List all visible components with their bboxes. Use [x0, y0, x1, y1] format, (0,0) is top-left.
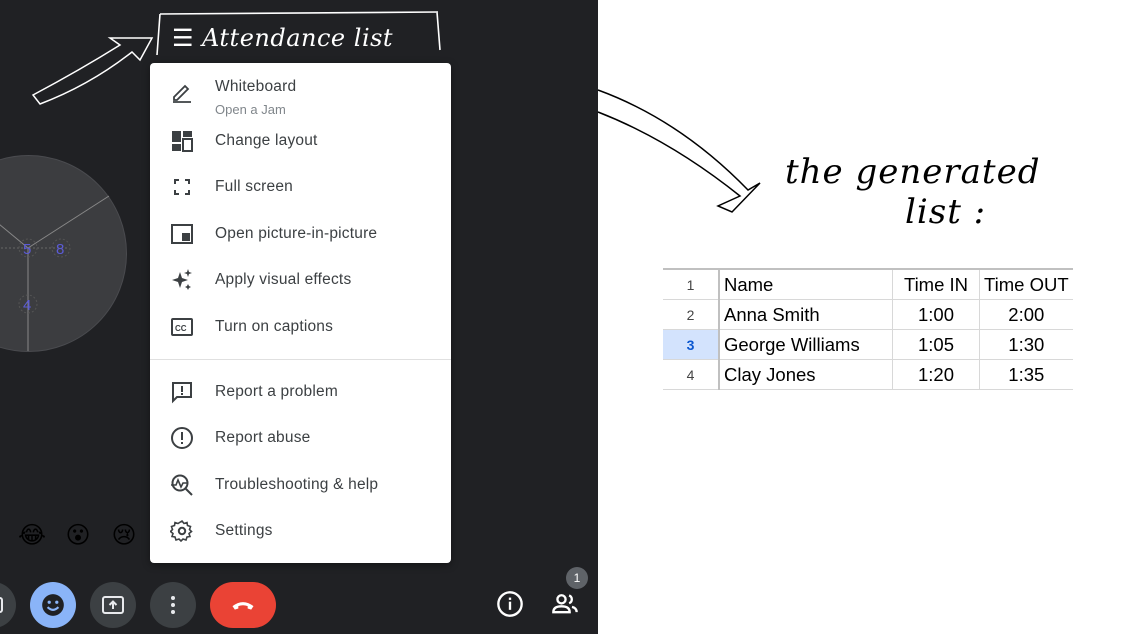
menu-item-sublabel: Open a Jam: [215, 102, 286, 117]
generated-annotation-line2: list :: [905, 192, 987, 232]
layout-icon: [172, 131, 193, 152]
attendance-list-label: Attendance list: [202, 24, 394, 52]
row-number[interactable]: 2: [663, 299, 720, 330]
report-problem-icon: [172, 382, 192, 404]
menu-item-label: Apply visual effects: [215, 271, 352, 288]
table-cell[interactable]: 1:35: [979, 359, 1073, 390]
row-number[interactable]: 1: [663, 268, 720, 300]
menu-item-captions[interactable]: CC Turn on captions: [150, 305, 451, 349]
settings-icon: [170, 519, 193, 543]
table-cell[interactable]: Name: [719, 268, 893, 300]
table-cell[interactable]: Anna Smith: [719, 299, 893, 330]
sparkle-icon: [172, 269, 192, 290]
menu-item-label: Troubleshooting & help: [215, 476, 379, 493]
generated-annotation-line1: the generated: [785, 152, 1041, 192]
menu-item-troubleshooting[interactable]: Troubleshooting & help: [150, 463, 451, 507]
menu-item-label: Turn on captions: [215, 318, 334, 335]
more-vert-icon: [171, 596, 175, 614]
table-row: 2 Anna Smith 1:00 2:00: [663, 299, 1073, 330]
row-number[interactable]: 4: [663, 359, 720, 390]
people-icon: [552, 594, 578, 614]
table-cell[interactable]: George Williams: [719, 329, 893, 360]
dial-label: 8: [56, 241, 64, 258]
table-cell[interactable]: Clay Jones: [719, 359, 893, 390]
menu-item-label: Report a problem: [215, 383, 338, 400]
table-cell[interactable]: 2:00: [979, 299, 1073, 330]
people-button[interactable]: [551, 590, 579, 618]
table-cell[interactable]: Time IN: [892, 268, 980, 300]
attendance-list-annotation: ☰ Attendance list: [172, 22, 442, 54]
menu-item-picture-in-picture[interactable]: Open picture-in-picture: [150, 212, 451, 256]
pencil-icon: [173, 84, 191, 103]
smiley-icon: [42, 594, 64, 616]
table-cell[interactable]: 1:20: [892, 359, 980, 390]
more-options-menu: Whiteboard Open a Jam Change layout Full…: [150, 63, 451, 563]
people-count-badge: 1: [566, 567, 588, 589]
dial-label: 5: [23, 241, 31, 258]
menu-item-visual-effects[interactable]: Apply visual effects: [150, 258, 451, 302]
menu-divider: [150, 359, 451, 360]
captions-icon: CC: [171, 318, 193, 336]
menu-item-label: Settings: [215, 522, 273, 539]
menu-item-label: Report abuse: [215, 429, 311, 446]
svg-text:CC: CC: [175, 324, 187, 333]
menu-item-label: Open picture-in-picture: [215, 225, 378, 242]
leave-call-button[interactable]: [210, 582, 276, 628]
meeting-details-button[interactable]: [496, 590, 524, 618]
document-list-icon: ☰: [172, 24, 195, 52]
menu-item-report-abuse[interactable]: Report abuse: [150, 416, 451, 460]
table-cell[interactable]: 1:30: [979, 329, 1073, 360]
menu-item-settings[interactable]: Settings: [150, 509, 451, 553]
reaction-laugh-button[interactable]: 😂: [12, 515, 52, 555]
row-number-active[interactable]: 3: [663, 329, 720, 360]
participant-tile-dial: 5 8 4: [0, 155, 127, 352]
menu-item-report-problem[interactable]: Report a problem: [150, 370, 451, 414]
menu-item-full-screen[interactable]: Full screen: [150, 165, 451, 209]
reaction-cry-button[interactable]: 😢: [104, 515, 144, 555]
dial-label: 4: [23, 297, 31, 314]
present-screen-button[interactable]: [90, 582, 136, 628]
dial-graphic: 5 8 4: [0, 195, 110, 351]
menu-item-label: Change layout: [215, 132, 318, 149]
table-row: 4 Clay Jones 1:20 1:35: [663, 359, 1073, 390]
partial-control-icon: [0, 597, 3, 613]
table-cell[interactable]: Time OUT: [979, 268, 1073, 300]
info-icon: [497, 591, 523, 617]
table-cell[interactable]: 1:00: [892, 299, 980, 330]
report-abuse-icon: [171, 427, 193, 449]
picture-in-picture-icon: [171, 224, 193, 244]
fullscreen-icon: [174, 179, 190, 195]
menu-item-label: Whiteboard: [215, 78, 297, 95]
menu-item-change-layout[interactable]: Change layout: [150, 119, 451, 163]
reaction-surprised-button[interactable]: 😮: [58, 515, 98, 555]
present-icon: [102, 596, 124, 614]
table-row: 3 George Williams 1:05 1:30: [663, 329, 1073, 360]
captions-toggle-button[interactable]: [0, 582, 16, 628]
menu-item-label: Full screen: [215, 178, 294, 195]
hang-up-icon: [232, 602, 254, 610]
send-reaction-button[interactable]: [30, 582, 76, 628]
menu-item-whiteboard[interactable]: Whiteboard Open a Jam: [150, 70, 451, 126]
troubleshoot-icon: [171, 474, 193, 496]
attendance-sheet: 1 Name Time IN Time OUT 2 Anna Smith 1:0…: [663, 268, 1073, 390]
table-cell[interactable]: 1:05: [892, 329, 980, 360]
more-options-button[interactable]: [150, 582, 196, 628]
table-row: 1 Name Time IN Time OUT: [663, 268, 1073, 300]
meet-video-area: 5 8 4 😂 😮 😢 1 Whiteboard Open a Jam Chan…: [0, 0, 598, 634]
